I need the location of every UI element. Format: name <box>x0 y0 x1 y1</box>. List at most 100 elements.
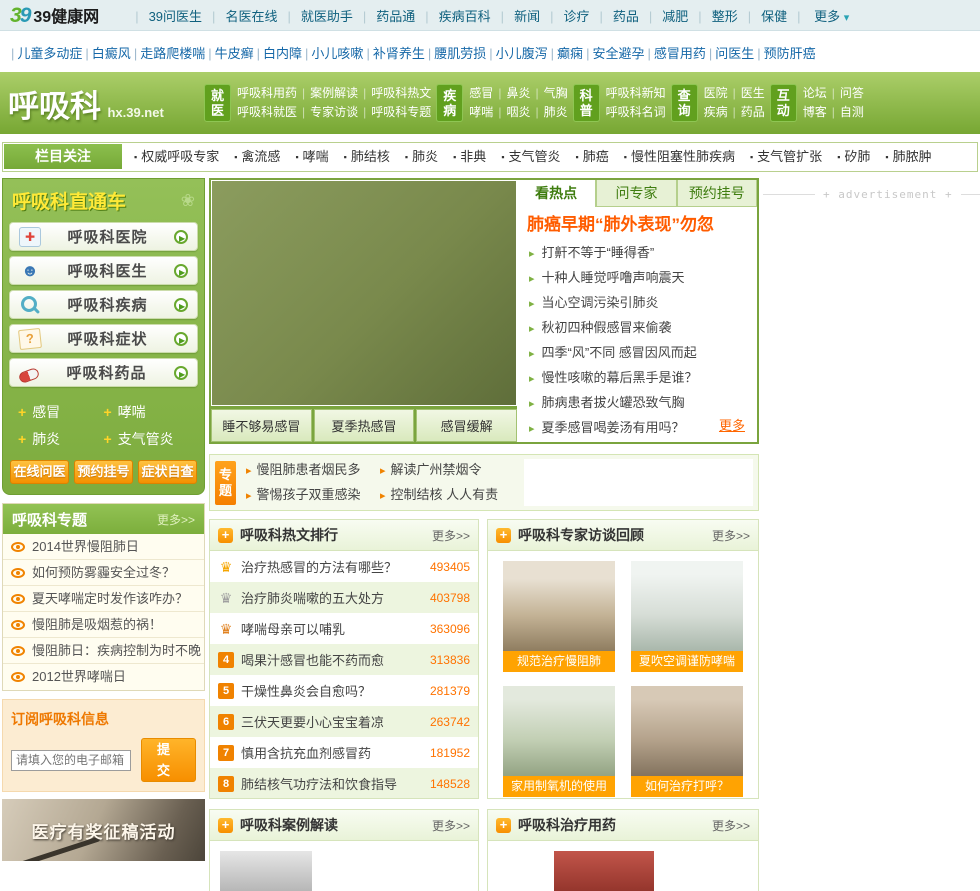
hot-rank-more-link[interactable]: 更多>> <box>432 527 470 544</box>
case-photo[interactable] <box>220 851 312 891</box>
menu-link[interactable]: 呼吸科热文 <box>358 86 431 100</box>
menu-link[interactable]: 自测 <box>827 105 864 119</box>
topic-item[interactable]: 2012世界哮喘日 <box>3 664 204 690</box>
menu-link[interactable]: 气胸 <box>530 86 567 100</box>
menu-link[interactable]: 肺炎 <box>530 105 567 119</box>
focus-link[interactable]: 支气管扩张 <box>750 149 822 164</box>
topbar-nav-item[interactable]: 疾病百科 <box>415 6 491 25</box>
topbar-nav-item[interactable]: 药品 <box>589 6 639 25</box>
tab-hot-news[interactable]: 看热点 <box>517 180 597 207</box>
express-action-button[interactable]: 在线问医 <box>10 460 69 484</box>
rank-row[interactable]: 2 治疗肺炎喘嗽的五大处方 403798 <box>210 582 478 613</box>
hot-tag-link[interactable]: 白癜风 <box>82 43 131 62</box>
feature-news-item[interactable]: 秋初四种假感冒来偷袭 <box>529 316 749 341</box>
menu-link[interactable]: 咽炎 <box>493 105 530 119</box>
menu-group-label-chaxun[interactable]: 查询 <box>670 84 698 122</box>
focus-link[interactable]: 权威呼吸专家 <box>134 149 219 164</box>
hot-tag-link[interactable]: 癫痫 <box>548 43 583 62</box>
menu-group-label-jibing[interactable]: 疾病 <box>436 84 464 122</box>
menu-link[interactable]: 专家访谈 <box>297 105 358 119</box>
special-link[interactable]: 解读广州禁烟令 <box>380 458 514 483</box>
focus-link[interactable]: 非典 <box>453 149 486 164</box>
focus-link[interactable]: 支气管炎 <box>501 149 560 164</box>
menu-link[interactable]: 博客 <box>803 105 827 119</box>
topbar-nav-item[interactable]: 药品通 <box>353 6 415 25</box>
feature-news-item[interactable]: 当心空调污染引肺炎 <box>529 291 749 316</box>
hot-tag-link[interactable]: 儿童多动症 <box>8 43 82 62</box>
focus-link[interactable]: 矽肺 <box>837 149 870 164</box>
medicine-more-link[interactable]: 更多>> <box>712 817 750 834</box>
cases-more-link[interactable]: 更多>> <box>432 817 470 834</box>
focus-link[interactable]: 禽流感 <box>234 149 280 164</box>
menu-link[interactable]: 呼吸科新知 <box>606 86 666 100</box>
hot-tag-link[interactable]: 走路爬楼喘 <box>131 43 205 62</box>
express-button[interactable]: 呼吸科药品 <box>9 358 198 387</box>
feature-news-item[interactable]: 四季“风”不同 感冒因风而起 <box>529 341 749 366</box>
menu-link[interactable]: 哮喘 <box>469 105 493 119</box>
rank-row[interactable]: 6 三伏天更要小心宝宝着凉 263742 <box>210 706 478 737</box>
menu-link[interactable]: 呼吸科就医 <box>237 105 297 119</box>
expert-card[interactable]: 规范治疗慢阻肺 <box>503 561 615 672</box>
expert-card[interactable]: 夏吹空调谨防哮喘 <box>631 561 743 672</box>
submit-button[interactable]: 提交 <box>141 738 196 782</box>
special-label[interactable]: 专题 <box>215 460 236 505</box>
topic-item[interactable]: 夏天哮喘定时发作该咋办？ <box>3 586 204 612</box>
express-button[interactable]: 呼吸科疾病 <box>9 290 198 319</box>
focus-link[interactable]: 肺炎 <box>405 149 438 164</box>
focus-link[interactable]: 肺脓肿 <box>885 149 931 164</box>
rank-row[interactable]: 4 喝果汁感冒也能不药而愈 313836 <box>210 644 478 675</box>
hot-tag-link[interactable]: 感冒用药 <box>644 43 706 62</box>
topic-item[interactable]: 如何预防雾霾安全过冬？ <box>3 560 204 586</box>
hot-tag-link[interactable]: 小儿腹泻 <box>486 43 548 62</box>
special-link[interactable]: 警惕孩子双重感染 <box>246 483 380 508</box>
feature-news-item[interactable]: 夏季感冒喝姜汤有用吗？ <box>529 416 749 441</box>
focus-link[interactable]: 慢性阻塞性肺疾病 <box>624 149 735 164</box>
focus-link[interactable]: 肺结核 <box>344 149 390 164</box>
hot-tag-link[interactable]: 牛皮癣 <box>205 43 254 62</box>
topbar-nav-item[interactable]: 减肥 <box>639 6 688 25</box>
menu-link[interactable]: 呼吸科专题 <box>358 105 431 119</box>
feature-news-item[interactable]: 打鼾不等于“睡得香” <box>529 241 749 266</box>
feature-thumb-tab[interactable]: 夏季热感冒 <box>313 409 415 442</box>
menu-link[interactable]: 案例解读 <box>297 86 358 100</box>
express-button[interactable]: 呼吸科医院 <box>9 222 198 251</box>
hot-tag-link[interactable]: 补肾养生 <box>363 43 425 62</box>
hot-tag-link[interactable]: 白内障 <box>254 43 302 62</box>
special-link[interactable]: 控制结核 人人有责 <box>380 483 514 508</box>
rank-row[interactable]: 3 哮喘母亲可以哺乳 363096 <box>210 613 478 644</box>
menu-link[interactable]: 鼻炎 <box>493 86 530 100</box>
menu-link[interactable]: 药品 <box>728 105 765 119</box>
focus-link[interactable]: 哮喘 <box>295 149 328 164</box>
site-logo[interactable]: 39 39健康网 <box>10 3 99 28</box>
feature-thumb-tab[interactable]: 感冒缓解 <box>416 409 518 442</box>
topbar-nav-item[interactable]: 诊疗 <box>540 6 589 25</box>
rank-row[interactable]: 5 干燥性鼻炎会自愈吗？ 281379 <box>210 675 478 706</box>
feature-more-link[interactable]: 更多 <box>719 415 745 434</box>
feature-main-image[interactable] <box>212 181 516 405</box>
topbar-nav-item[interactable]: 新闻 <box>491 6 540 25</box>
rank-row[interactable]: 1 治疗热感冒的方法有哪些？ 493405 <box>210 551 478 582</box>
hot-tag-link[interactable]: 问医生 <box>706 43 754 62</box>
express-button[interactable]: 呼吸科医生 <box>9 256 198 285</box>
quick-disease-link[interactable]: 哮喘 <box>104 399 190 426</box>
quick-disease-link[interactable]: 感冒 <box>18 399 104 426</box>
feature-thumb-tab[interactable]: 睡不够易感冒 <box>211 409 312 442</box>
topic-item[interactable]: 慢阻肺日：疾病控制为时不晚 <box>3 638 204 664</box>
feature-news-item[interactable]: 十种人睡觉呼噜声响震天 <box>529 266 749 291</box>
menu-link[interactable]: 呼吸科用药 <box>237 86 297 100</box>
expert-more-link[interactable]: 更多>> <box>712 527 750 544</box>
topbar-nav-item[interactable]: 整形 <box>688 6 738 25</box>
rank-row[interactable]: 8 肺结核气功疗法和饮食指导 148528 <box>210 768 478 798</box>
express-button[interactable]: 呼吸科症状 <box>9 324 198 353</box>
channel-logo[interactable]: 呼吸科 hx.39.net <box>8 81 204 126</box>
topbar-nav-item[interactable]: 名医在线 <box>202 6 277 25</box>
menu-link[interactable]: 疾病 <box>704 105 728 119</box>
menu-group-label-kepu[interactable]: 科普 <box>572 84 600 122</box>
menu-link[interactable]: 医院 <box>704 86 728 100</box>
special-link[interactable]: 慢阻肺患者烟民多 <box>246 458 380 483</box>
hot-tag-link[interactable]: 小儿咳嗽 <box>302 43 363 62</box>
quick-disease-link[interactable]: 支气管炎 <box>104 426 190 453</box>
feature-news-item[interactable]: 肺病患者拔火罐恐致气胸 <box>529 391 749 416</box>
menu-link[interactable]: 感冒 <box>469 86 493 100</box>
hot-tag-link[interactable]: 预防肝癌 <box>754 43 816 62</box>
